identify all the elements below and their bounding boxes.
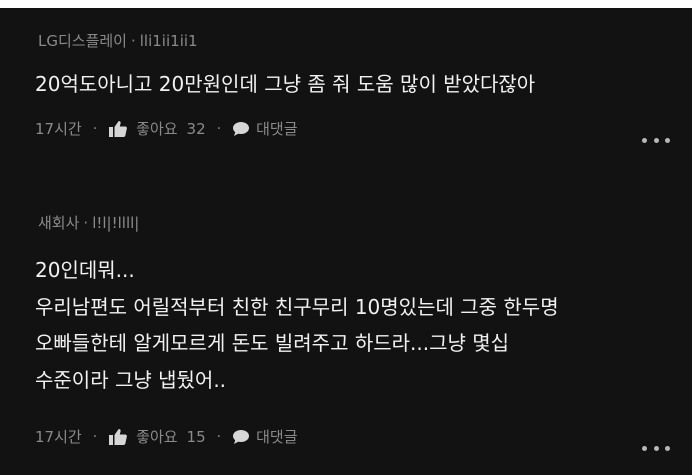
comment-line: 20인데뭐... [35,258,135,282]
comment-panel: LG디스플레이 · lli1ii1ii1 20억도아니고 20만원인데 그냥 좀 줘… [0,8,692,475]
more-dots-icon[interactable] [642,444,670,452]
comment-meta: LG디스플레이 · lli1ii1ii1 [38,30,198,51]
author-name[interactable]: LG디스플레이 [38,32,127,50]
action-separator: · [216,428,222,445]
comment-line: 20억도아니고 20만원인데 그냥 좀 줘 도움 많이 받았다잖아 [35,72,536,96]
comment-line: 우리남편도 어릴적부터 친한 친구무리 10명있는데 그중 한두명 [35,294,559,319]
reply-button[interactable]: 대댓글 [256,118,297,139]
comment-item: 새회사 · l!l|!llll| 20인데뭐... 우리남편도 어릴적부터 친한 친… [0,206,692,475]
comment-actions: 17시간 · 좋아요 32 · 대댓글 [35,118,298,139]
like-count: 15 [186,427,206,446]
comment-body: 20인데뭐... 우리남편도 어릴적부터 친한 친구무리 10명있는데 그중 한… [35,252,559,398]
like-count: 32 [186,119,206,138]
action-separator: · [92,120,98,137]
comment-line: 수준이라 그냥 냅뒀어.. [35,367,227,392]
meta-separator: · [83,214,89,232]
comment-body: 20억도아니고 20만원인데 그냥 좀 줘 도움 많이 받았다잖아 [35,66,535,102]
comment-time: 17시간 [35,428,82,446]
action-separator: · [216,120,222,137]
thumbs-up-icon[interactable] [108,428,128,446]
comment-time: 17시간 [35,120,82,138]
action-separator: · [92,428,98,445]
author-id: l!l|!llll| [92,214,140,232]
speech-bubble-icon[interactable] [232,429,250,445]
comment-line: 오빠들한테 알게모르게 돈도 빌려주고 하드라...그냥 몇십 [35,331,510,355]
author-id: lli1ii1ii1 [139,32,198,50]
more-dots-icon[interactable] [642,136,670,144]
like-label[interactable]: 좋아요 [136,118,177,139]
speech-bubble-icon[interactable] [232,121,250,137]
author-name[interactable]: 새회사 [38,214,79,232]
comment-item: LG디스플레이 · lli1ii1ii1 20억도아니고 20만원인데 그냥 좀 줘… [0,8,692,178]
thumbs-up-icon[interactable] [108,120,128,138]
like-label[interactable]: 좋아요 [136,426,177,447]
reply-button[interactable]: 대댓글 [256,426,297,447]
comment-actions: 17시간 · 좋아요 15 · 대댓글 [35,426,298,447]
meta-separator: · [130,32,136,50]
comment-meta: 새회사 · l!l|!llll| [38,212,139,233]
